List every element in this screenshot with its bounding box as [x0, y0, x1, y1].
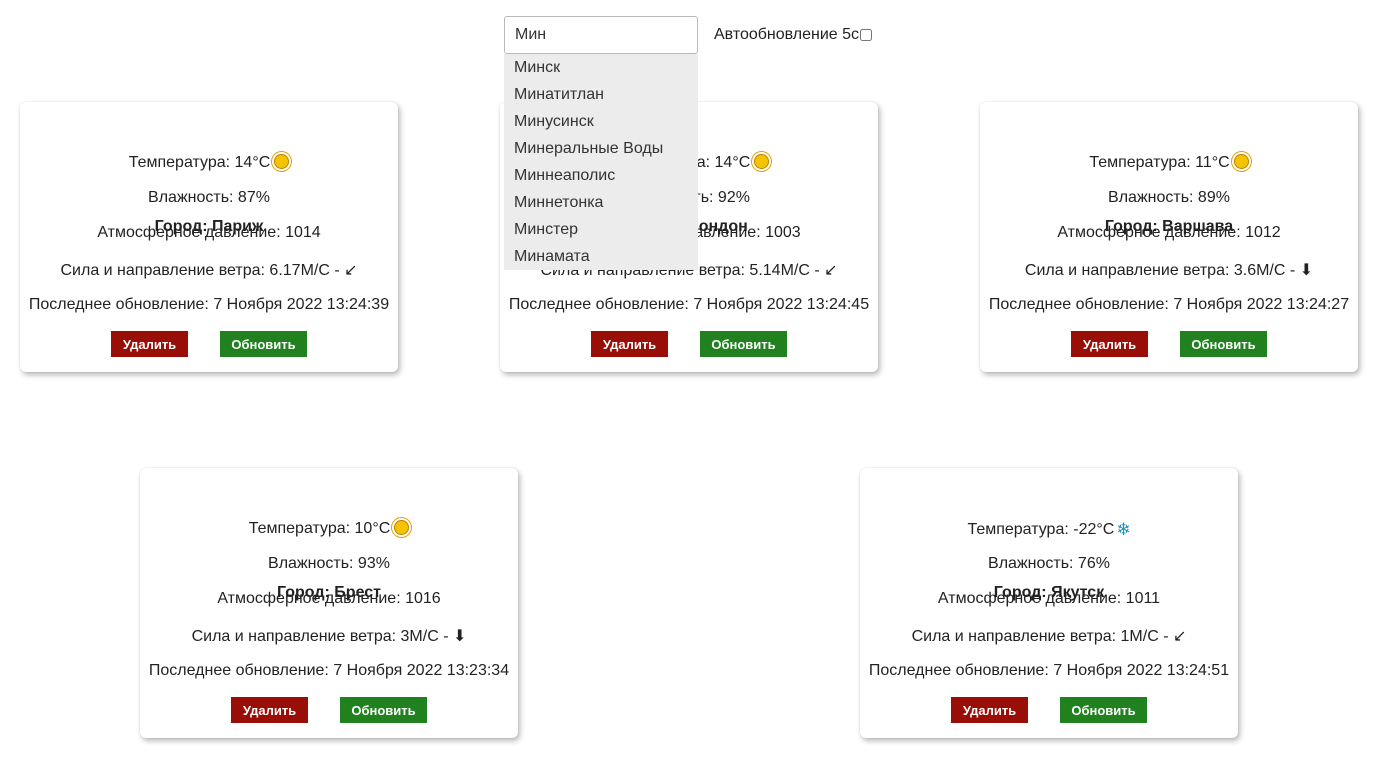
autoupdate-checkbox[interactable]: [860, 29, 873, 41]
card-actions: Удалить Обновить: [500, 331, 878, 357]
weather-card: Город: Варшава Температура: 11°C Влажнос…: [980, 102, 1358, 372]
sun-icon: [394, 520, 410, 535]
card-wind: Сила и направление ветра: 6.17М/С - ↙: [60, 262, 358, 279]
card-updated: Последнее обновление: 7 Ноября 2022 13:2…: [508, 296, 870, 313]
suggestion-item[interactable]: Миннетонка: [504, 189, 698, 216]
suggestion-item[interactable]: Миннеаполис: [504, 162, 698, 189]
card-humidity: Влажность: 93%: [268, 555, 390, 572]
card-temperature-row: Температура: 14°C: [20, 154, 398, 172]
card-temperature: Температура: 11°C: [1089, 154, 1230, 171]
card-actions: Удалить Обновить: [20, 331, 398, 357]
card-updated: Последнее обновление: 7 Ноября 2022 13:2…: [988, 296, 1350, 313]
card-wind: Сила и направление ветра: 3М/С - ⬇: [191, 628, 467, 645]
card-temperature-row: Температура: -22°C ❄: [860, 520, 1238, 540]
delete-button[interactable]: Удалить: [951, 697, 1028, 723]
refresh-button[interactable]: Обновить: [1180, 331, 1267, 357]
card-temperature: Температура: -22°C: [967, 521, 1115, 538]
card-wind: Сила и направление ветра: 3.6М/С - ⬇: [1024, 262, 1314, 279]
refresh-button[interactable]: Обновить: [340, 697, 427, 723]
suggestion-item[interactable]: Минск: [504, 54, 698, 81]
city-search-input[interactable]: [504, 16, 698, 54]
sun-icon: [274, 154, 290, 169]
card-humidity: Влажность: 76%: [988, 555, 1110, 572]
card-temperature: Температура: 10°C: [248, 520, 391, 537]
delete-button[interactable]: Удалить: [591, 331, 668, 357]
autoupdate-toggle[interactable]: Автообновление 5с: [714, 25, 873, 45]
suggestion-item[interactable]: Минстер: [504, 216, 698, 243]
card-pressure: Атмосферное давление: 1016: [217, 590, 441, 607]
suggestion-item[interactable]: Минусинск: [504, 108, 698, 135]
card-temperature: Температура: 14°C: [128, 154, 271, 171]
card-wind: Сила и направление ветра: 1М/С - ↙: [911, 628, 1187, 645]
weather-card: Город: Якутск Температура: -22°C ❄ Влажно…: [860, 468, 1238, 738]
card-temperature-row: Температура: 11°C: [980, 154, 1358, 172]
card-humidity: Влажность: 87%: [148, 189, 270, 206]
suggestion-item[interactable]: Минеральные Воды: [504, 135, 698, 162]
sun-icon: [754, 154, 770, 169]
city-suggestions-dropdown: Минск Минатитлан Минусинск Минеральные В…: [504, 54, 698, 270]
refresh-button[interactable]: Обновить: [220, 331, 307, 357]
refresh-button[interactable]: Обновить: [700, 331, 787, 357]
card-actions: Удалить Обновить: [980, 331, 1358, 357]
autoupdate-label: Автообновление 5с: [714, 26, 860, 43]
card-updated: Последнее обновление: 7 Ноября 2022 13:2…: [148, 662, 510, 679]
delete-button[interactable]: Удалить: [231, 697, 308, 723]
weather-card: Город: Париж Температура: 14°C Влажность…: [20, 102, 398, 372]
weather-page: Автообновление 5с Минск Минатитлан Минус…: [0, 0, 1389, 767]
card-temperature-row: Температура: 10°C: [140, 520, 518, 538]
suggestion-item[interactable]: Минамата: [504, 243, 698, 270]
card-updated: Последнее обновление: 7 Ноября 2022 13:2…: [28, 296, 390, 313]
sun-icon: [1233, 154, 1249, 169]
card-updated: Последнее обновление: 7 Ноября 2022 13:2…: [868, 662, 1230, 679]
card-actions: Удалить Обновить: [140, 697, 518, 723]
weather-card: Город: Брест Температура: 10°C Влажность…: [140, 468, 518, 738]
refresh-button[interactable]: Обновить: [1060, 697, 1147, 723]
suggestion-item[interactable]: Минатитлан: [504, 81, 698, 108]
card-actions: Удалить Обновить: [860, 697, 1238, 723]
delete-button[interactable]: Удалить: [111, 331, 188, 357]
card-pressure: Атмосферное давление: 1011: [937, 590, 1161, 607]
card-humidity: Влажность: 89%: [1108, 189, 1230, 206]
delete-button[interactable]: Удалить: [1071, 331, 1148, 357]
card-pressure: Атмосферное давление: 1014: [97, 224, 321, 241]
card-pressure: Атмосферное давление: 1012: [1057, 224, 1281, 241]
snowflake-icon: ❄: [1116, 520, 1131, 539]
